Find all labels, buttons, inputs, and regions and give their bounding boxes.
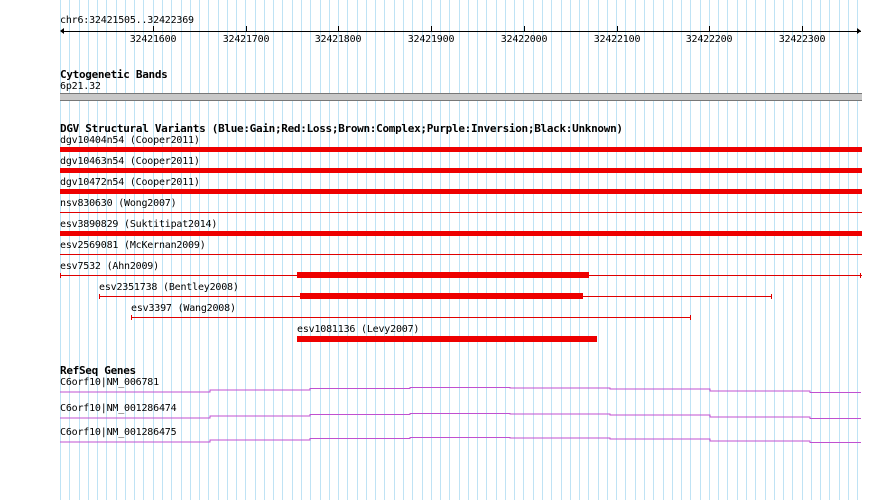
gene-label: C6orf10|NM_001286475 xyxy=(60,427,177,438)
genome-browser-track-view: chr6:32421505..32422369 32421600 32421700… xyxy=(0,0,890,500)
gene-line[interactable] xyxy=(60,437,861,443)
gene-line[interactable] xyxy=(60,387,861,393)
gene-models xyxy=(60,387,861,443)
gene-label: C6orf10|NM_001286474 xyxy=(60,403,177,414)
gene-line[interactable] xyxy=(60,413,861,419)
